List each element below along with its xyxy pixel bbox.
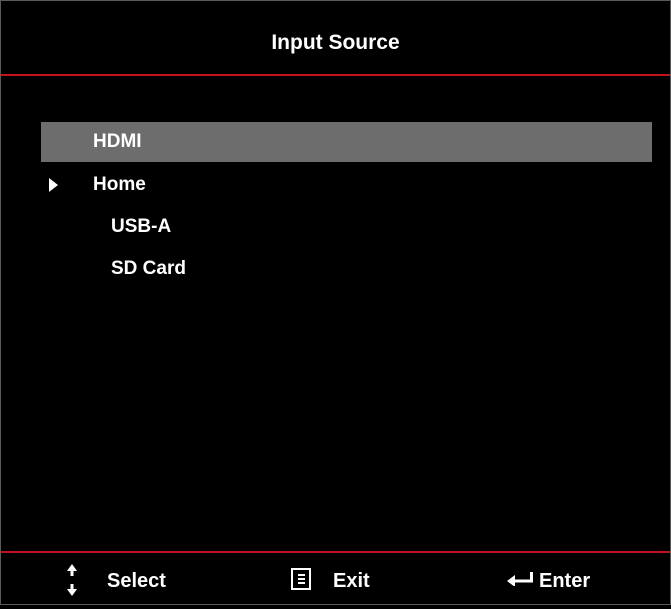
menu-item-label: SD Card [111,258,186,279]
header-divider [1,74,670,76]
up-down-arrows-icon [67,564,77,596]
enter-arrow-icon [507,572,533,586]
select-hint-label: Select [107,570,166,592]
page-title: Input Source [271,31,400,54]
menu-item-home[interactable]: Home [41,164,652,206]
menu-item-usb-a[interactable]: USB-A [41,206,652,248]
source-menu: HDMI Home USB-A SD Card [41,122,652,290]
screen-border [0,0,671,605]
exit-hint[interactable]: Exit [280,553,420,605]
menu-icon [291,568,311,590]
menu-item-sd-card[interactable]: SD Card [41,248,652,290]
expand-arrow-icon [49,178,58,192]
footer-hints: Select Exit Enter [0,553,671,605]
menu-item-hdmi[interactable]: HDMI [41,122,652,162]
input-source-screen: Input Source HDMI Home USB-A SD Card Sel… [0,0,671,605]
enter-hint-label: Enter [539,570,591,592]
menu-item-label: HDMI [93,131,142,152]
menu-item-label: Home [93,174,146,195]
enter-hint[interactable]: Enter [480,553,660,605]
menu-item-label: USB-A [111,216,172,237]
exit-hint-label: Exit [333,570,370,592]
select-hint[interactable]: Select [0,553,220,605]
